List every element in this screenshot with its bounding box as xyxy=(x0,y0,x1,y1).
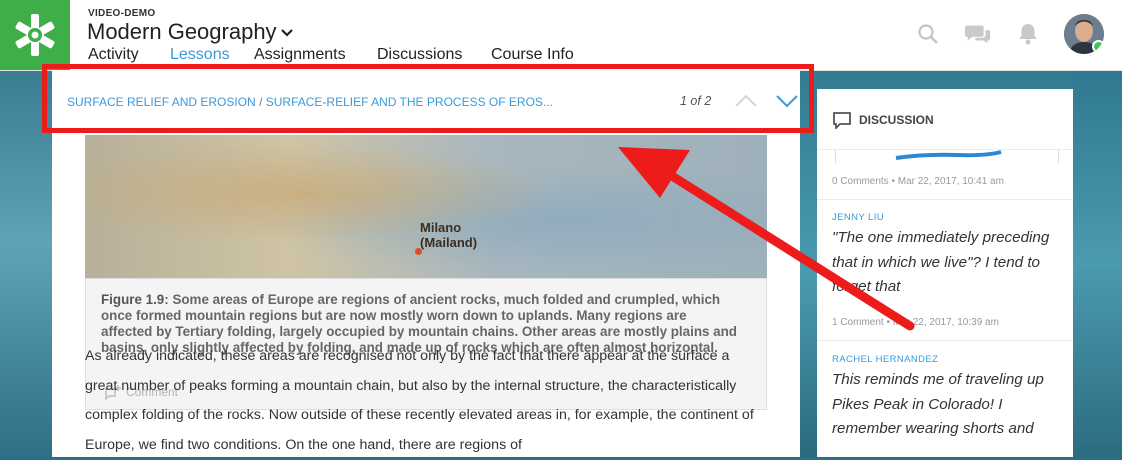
chevron-up-icon xyxy=(735,94,757,107)
post-quote: "The one immediately preceding that in w… xyxy=(832,229,1050,295)
breadcrumb: SURFACE RELIEF AND EROSION / SURFACE-REL… xyxy=(67,95,553,109)
post-meta: 0 Comments • Mar 22, 2017, 10:41 am xyxy=(832,176,1004,187)
tab-discussions[interactable]: Discussions xyxy=(377,46,491,64)
avatar[interactable] xyxy=(1064,14,1104,54)
course-title-dropdown[interactable]: Modern Geography xyxy=(87,19,293,45)
breadcrumb-section[interactable]: SURFACE RELIEF AND EROSION xyxy=(67,95,256,109)
messages-icon[interactable] xyxy=(964,20,992,48)
header-actions xyxy=(914,14,1104,54)
background-left xyxy=(0,70,52,457)
map-label-mailand: (Mailand) xyxy=(420,235,478,250)
tab-course-info[interactable]: Course Info xyxy=(491,46,574,64)
app-logo[interactable] xyxy=(0,0,70,70)
discussion-icon xyxy=(832,111,852,134)
discussion-header: DISCUSSION xyxy=(817,89,1073,150)
discussion-post[interactable]: RACHEL HERNANDEZ This reminds me of trav… xyxy=(817,340,1073,458)
tab-activity[interactable]: Activity xyxy=(88,46,170,64)
post-author[interactable]: RACHEL HERNANDEZ xyxy=(832,354,938,365)
chart-line-preview xyxy=(895,150,1002,160)
map-city-label: Milano (Mailand) xyxy=(420,220,477,250)
tab-assignments[interactable]: Assignments xyxy=(254,46,377,64)
map-label-milano: Milano xyxy=(420,220,462,235)
course-nav: Activity Lessons Assignments Discussions… xyxy=(88,46,574,64)
notifications-icon[interactable] xyxy=(1014,20,1042,48)
tab-lessons[interactable]: Lessons xyxy=(170,46,254,64)
page-counter: 1 of 2 xyxy=(680,94,712,108)
lesson-breadcrumb-bar: SURFACE RELIEF AND EROSION / SURFACE-REL… xyxy=(52,70,800,133)
previous-page-button[interactable] xyxy=(733,90,759,112)
breadcrumb-separator: / xyxy=(259,95,263,109)
chevron-down-icon xyxy=(776,95,798,108)
discussion-title: DISCUSSION xyxy=(859,113,934,127)
map-city-marker xyxy=(415,248,422,255)
lesson-paragraph: As already indicated, these areas are re… xyxy=(85,348,754,453)
discussion-attachment-thumbnail[interactable] xyxy=(835,149,1059,163)
course-code: VIDEO-DEMO xyxy=(88,8,156,19)
search-icon[interactable] xyxy=(914,20,942,48)
post-quote: This reminds me of traveling up Pikes Pe… xyxy=(832,371,1044,437)
top-header: VIDEO-DEMO Modern Geography Activity Les… xyxy=(0,0,1122,71)
next-page-button[interactable] xyxy=(774,90,800,112)
figure-label: Figure 1.9 xyxy=(101,292,165,307)
course-title: Modern Geography xyxy=(87,19,277,44)
post-meta: 1 Comment • Mar 22, 2017, 10:39 am xyxy=(832,317,999,328)
discussion-sidebar: DISCUSSION 0 Comments • Mar 22, 2017, 10… xyxy=(817,89,1073,457)
discussion-post[interactable]: JENNY LIU "The one immediately preceding… xyxy=(817,199,1073,341)
online-status-dot xyxy=(1092,40,1104,53)
post-author[interactable]: JENNY LIU xyxy=(832,212,884,223)
chevron-down-icon xyxy=(280,25,293,41)
figure-map-image: Milano (Mailand) xyxy=(85,135,767,278)
logo-icon xyxy=(15,14,55,56)
breadcrumb-page[interactable]: SURFACE-RELIEF AND THE PROCESS OF EROS..… xyxy=(266,95,553,109)
background-right xyxy=(1072,70,1122,457)
